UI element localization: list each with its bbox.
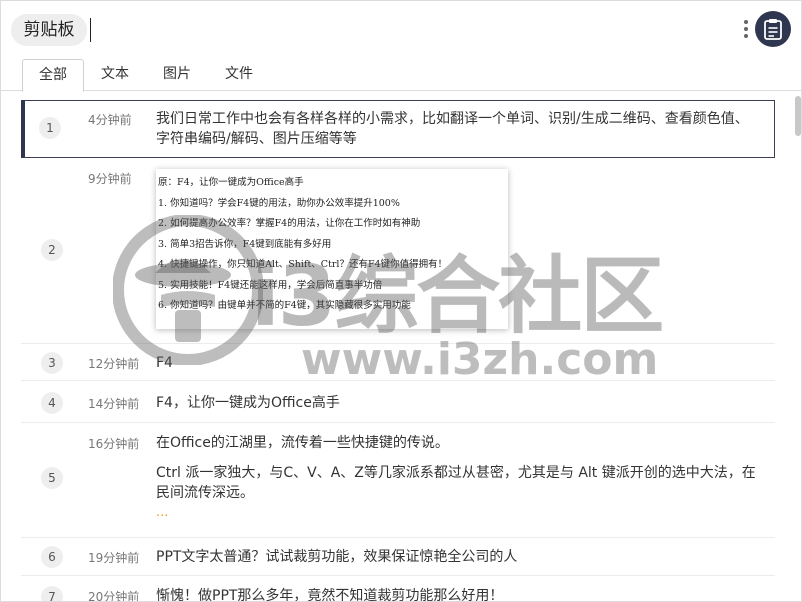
tab-file[interactable]: 文件 — [215, 59, 263, 91]
tab-text[interactable]: 文本 — [91, 59, 139, 91]
more-vertical-icon[interactable] — [741, 17, 751, 43]
item-content: F4，让你一键成为Office高手 — [156, 395, 340, 411]
item-text-line: 民间流传深远。 — [156, 485, 254, 501]
item-text-line: 在Office的江湖里，流传着一些快捷键的传说。 — [156, 435, 449, 451]
item-index: 2 — [41, 239, 63, 261]
more-ellipsis[interactable]: ... — [156, 503, 771, 523]
item-time: 12分钟前 — [88, 357, 140, 371]
item-content: 在Office的江湖里，流传着一些快捷键的传说。 Ctrl 派一家独大，与C、V… — [156, 433, 771, 523]
clipboard-app-button[interactable] — [755, 11, 791, 47]
image-text-line: 3. 简单3招告诉你，F4键到底能有多好用 — [158, 238, 332, 250]
tab-all[interactable]: 全部 — [22, 59, 84, 92]
image-text-line: 1. 你知道吗？学会F4键的用法，助你办公效率提升100% — [158, 197, 400, 209]
clipboard-icon — [764, 19, 782, 40]
list-item[interactable]: 5 16分钟前 在Office的江湖里，流传着一些快捷键的传说。 Ctrl 派一… — [21, 423, 775, 538]
item-time: 19分钟前 — [88, 551, 140, 565]
clipboard-list: 1 4分钟前 我们日常工作中也会有各样各样的小需求，比如翻译一个单词、识别/生成… — [1, 92, 795, 602]
scrollbar-thumb[interactable] — [795, 96, 801, 136]
item-text-line: 我们日常工作中也会有各样各样的小需求，比如翻译一个单词、识别/生成二维码、查看颜… — [156, 111, 749, 127]
list-item[interactable]: 1 4分钟前 我们日常工作中也会有各样各样的小需求，比如翻译一个单词、识别/生成… — [21, 100, 775, 158]
list-item[interactable]: 6 19分钟前 PPT文字太普通？试试裁剪功能，效果保证惊艳全公司的人 — [21, 538, 775, 576]
item-index: 5 — [41, 467, 63, 489]
image-text-line: 2. 如何提高办公效率？掌握F4的用法，让你在工作时如有神助 — [158, 218, 421, 229]
item-time: 16分钟前 — [88, 437, 140, 451]
item-index: 4 — [41, 392, 63, 414]
item-content: 我们日常工作中也会有各样各样的小需求，比如翻译一个单词、识别/生成二维码、查看颜… — [156, 109, 766, 149]
image-text-line: 4. 快捷键操作，你只知道Alt、Shift、Ctrl？还有F4键你值得拥有！ — [158, 259, 448, 270]
tab-image[interactable]: 图片 — [153, 59, 201, 91]
item-time: 20分钟前 — [88, 590, 140, 602]
page-title: 剪贴板 — [11, 14, 87, 46]
tab-bar: 全部 文本 图片 文件 — [1, 57, 801, 92]
item-index: 6 — [41, 546, 63, 568]
list-item[interactable]: 3 12分钟前 F4 — [21, 344, 775, 381]
image-text-line: 6. 你知道吗？由键单并不简的F4键，其实隐藏很多实用功能 — [158, 300, 411, 311]
item-time: 9分钟前 — [88, 172, 132, 186]
list-item[interactable]: 7 20分钟前 惭愧！做PPT那么多年，竟然不知道裁剪功能那么好用！ — [21, 576, 775, 602]
item-content: 惭愧！做PPT那么多年，竟然不知道裁剪功能那么好用！ — [156, 588, 504, 602]
item-content: F4 — [156, 355, 173, 371]
header: 剪贴板 — [1, 1, 801, 57]
item-text-line: 字符串编码/解码、图片压缩等等 — [156, 131, 357, 147]
item-content: PPT文字太普通？试试裁剪功能，效果保证惊艳全公司的人 — [156, 549, 518, 565]
image-text-line: 原：F4，让你一键成为Office高手 — [158, 177, 304, 188]
image-text-line: 5. 实用技能！F4键还能这样用，学会后简直事半功倍 — [158, 279, 383, 291]
image-preview[interactable]: 原：F4，让你一键成为Office高手 1. 你知道吗？学会F4键的用法，助你办… — [156, 169, 508, 329]
clipboard-window: 剪贴板 全部 文本 图片 文件 1 4分钟前 我们日常工作中也会有各样各样的小需… — [0, 0, 802, 602]
item-time: 14分钟前 — [88, 397, 140, 411]
item-time: 4分钟前 — [88, 113, 132, 127]
item-index: 3 — [41, 352, 63, 374]
item-index: 1 — [39, 117, 61, 139]
text-cursor — [90, 18, 91, 42]
scrollbar[interactable] — [795, 92, 801, 601]
list-item[interactable]: 4 14分钟前 F4，让你一键成为Office高手 — [21, 383, 775, 423]
item-index: 7 — [41, 586, 63, 601]
item-text-line: Ctrl 派一家独大，与C、V、A、Z等几家派系都过从甚密，尤其是与 Alt 键… — [156, 465, 756, 481]
